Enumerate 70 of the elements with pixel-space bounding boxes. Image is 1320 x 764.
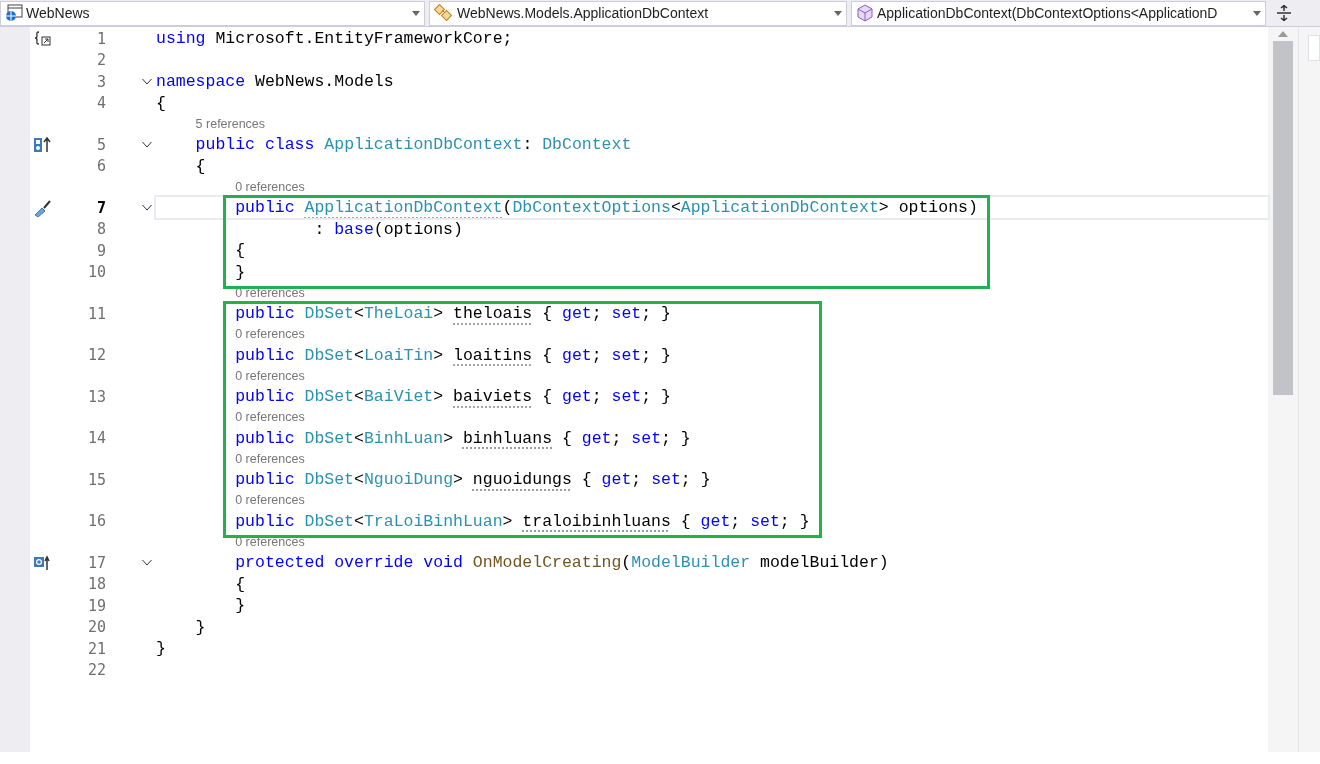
code-line: public DbSet<BinhLuan> binhluans { get; set; } [234, 427, 692, 449]
line-number: 13 [86, 386, 106, 408]
line-number: 1 [95, 28, 106, 50]
class-icon [434, 4, 454, 22]
line-number: 22 [86, 660, 106, 681]
code-line: public DbSet<TraLoiBinhLuan> traloibinhluans { get; set; } [234, 510, 811, 532]
line-number: 15 [86, 469, 106, 491]
line-number: 10 [86, 262, 106, 283]
code-line: protected override void OnModelCreating(ModelBuilder modelBuilder) [234, 552, 890, 574]
line-number: 19 [86, 595, 106, 617]
reference-count-link[interactable]: 0 references [235, 411, 305, 424]
line-number: 17 [86, 552, 106, 574]
line-number: 4 [95, 93, 106, 114]
reference-count-link[interactable]: 0 references [235, 369, 305, 383]
type-dropdown[interactable]: WebNews.Models.ApplicationDbContext [429, 0, 847, 26]
code-line: } [194, 616, 207, 638]
line-number: 2 [95, 50, 106, 71]
reference-count-link[interactable]: 0 references [235, 452, 305, 466]
code-line: public DbSet<BaiViet> baiviets { get; set; } [234, 386, 672, 408]
line-number: 12 [86, 345, 106, 366]
scrollbar-thumb[interactable] [1273, 41, 1293, 395]
line-number: 9 [95, 240, 106, 262]
project-dropdown[interactable]: WebNews [0, 0, 425, 26]
collapse-chevron-icon[interactable] [142, 140, 152, 149]
reference-count-link[interactable]: 0 references [235, 180, 305, 194]
reference-count-link[interactable]: 0 references [235, 328, 305, 341]
line-number: 16 [86, 511, 106, 532]
line-number: 7 [95, 197, 106, 219]
line-number: 14 [86, 428, 106, 449]
code-line: : base(options) [313, 218, 464, 240]
code-line: public DbSet<TheLoai> theloais { get; set; } [234, 303, 672, 325]
collapse-chevron-icon[interactable] [142, 203, 152, 212]
code-line: using Microsoft.EntityFrameworkCore; [156, 28, 514, 50]
member-dropdown[interactable]: ApplicationDbContext(DbContextOptions<ApplicationD [851, 0, 1266, 26]
line-number: 20 [86, 617, 106, 638]
cube-icon [856, 4, 874, 22]
caret-icon [834, 10, 842, 16]
override-icon[interactable] [33, 553, 51, 572]
reference-count-link[interactable]: 0 references [235, 494, 305, 507]
code-line: } [234, 595, 247, 617]
line-number: 8 [95, 219, 106, 240]
code-line: { [234, 573, 247, 595]
code-line: namespace WebNews.Models [156, 71, 395, 93]
caret-icon [1253, 10, 1261, 16]
code-line: } [156, 638, 167, 660]
screwdriver-icon[interactable] [33, 198, 51, 217]
reference-count-link[interactable]: 5 references [195, 117, 266, 131]
implemented-icon[interactable] [33, 135, 51, 154]
code-line: public DbSet<NguoiDung> nguoidungs { get; set; } [234, 469, 712, 491]
code-line: } [234, 261, 247, 283]
line-number: 6 [95, 156, 106, 177]
line-number: 21 [86, 638, 106, 660]
caret-icon [412, 10, 420, 16]
split-icon [1276, 5, 1292, 21]
scroll-up-icon[interactable] [1278, 31, 1288, 37]
code-line: { [194, 155, 207, 177]
collapse-chevron-icon[interactable] [142, 558, 152, 567]
code-line: public ApplicationDbContext(DbContextOptions<ApplicationDbContext> options) [156, 197, 1268, 219]
line-number: 18 [86, 574, 106, 595]
collapse-chevron-icon[interactable] [142, 77, 152, 86]
code-line: public class ApplicationDbContext: DbContext [194, 134, 633, 156]
line-number: 11 [86, 303, 106, 325]
code-line: public DbSet<LoaiTin> loaitins { get; set; } [234, 344, 672, 366]
line-number: 5 [95, 134, 106, 156]
code-line: { [234, 240, 247, 262]
globe-window-icon [5, 4, 23, 22]
collapse-braces-icon[interactable] [33, 29, 51, 48]
line-number: 3 [95, 71, 106, 93]
vertical-scrollbar[interactable] [1268, 27, 1298, 752]
code-line: { [156, 92, 167, 114]
